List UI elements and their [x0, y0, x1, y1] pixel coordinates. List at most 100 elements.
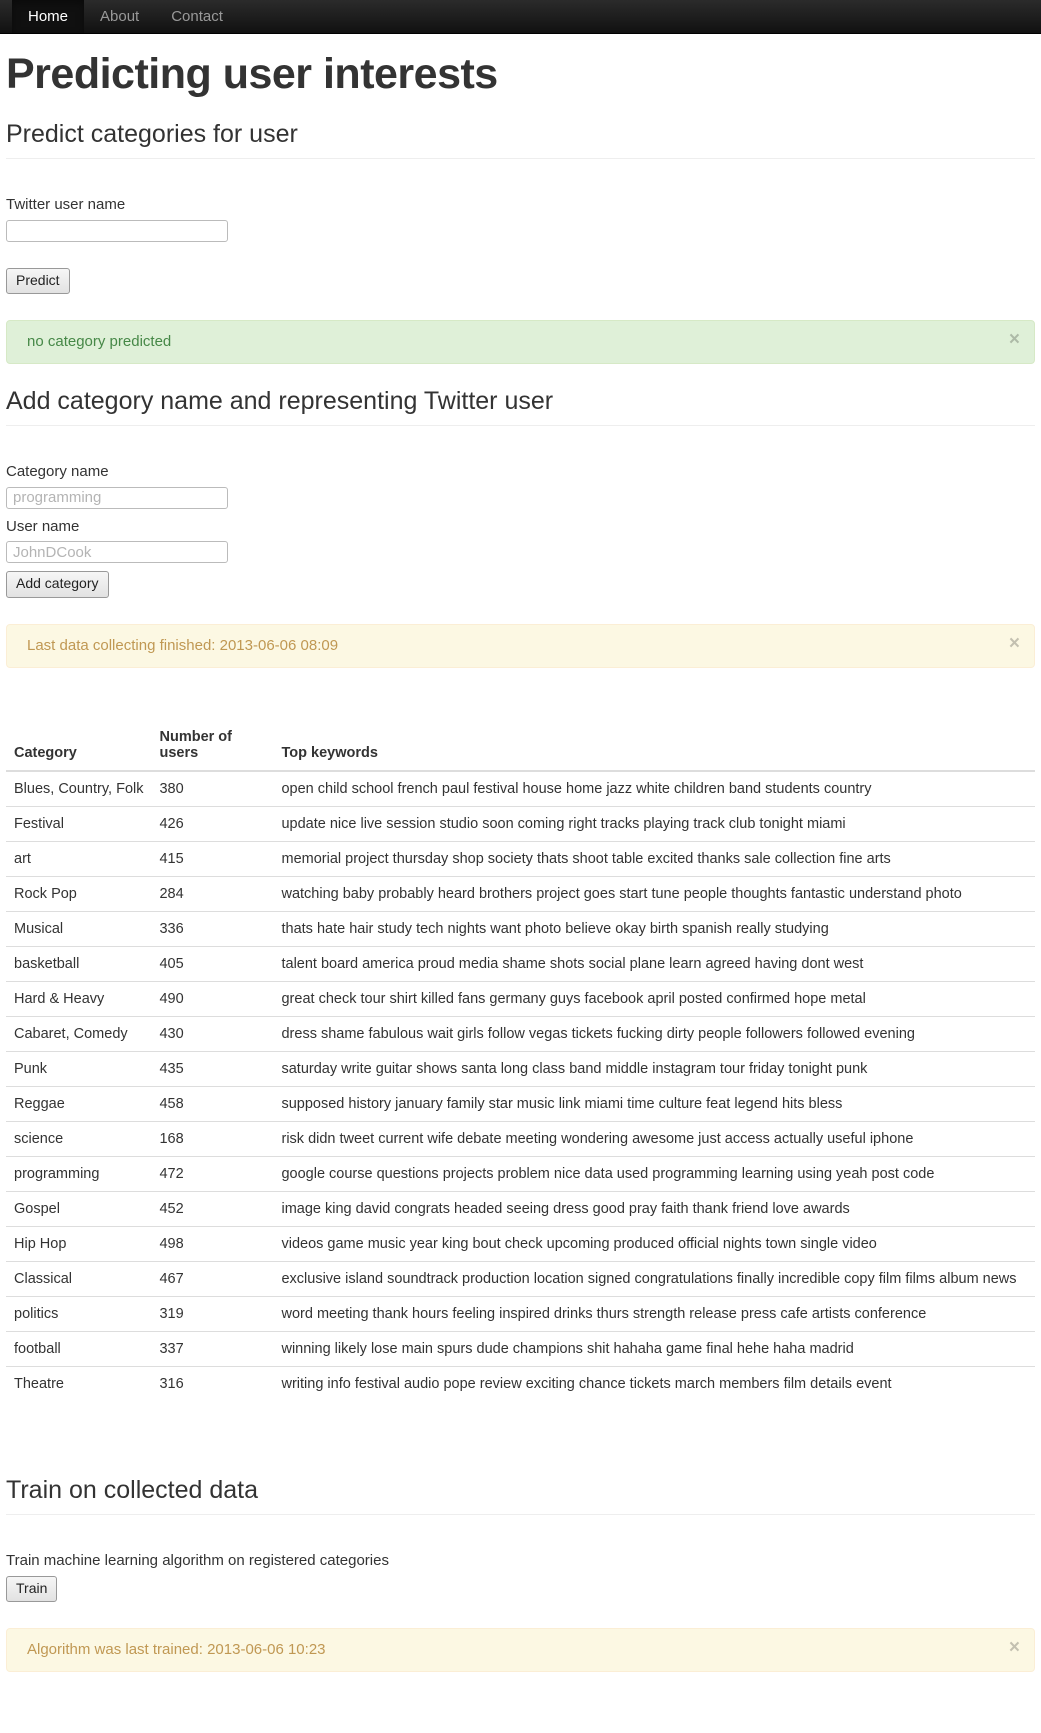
predict-result-alert: no category predicted ×	[6, 320, 1035, 365]
predict-result-text: no category predicted	[27, 333, 172, 351]
cell-number-of-users: 337	[151, 1330, 274, 1367]
table-row: Gospel 452 image king david congrats heade…	[6, 1190, 1035, 1227]
cell-category: Reggae	[6, 1085, 152, 1122]
cell-number-of-users: 458	[151, 1085, 274, 1122]
predict-section-heading: Predict categories for user	[6, 119, 1035, 160]
add-category-form: Category name User name Add category	[6, 462, 1035, 598]
last-trained-text: Algorithm was last trained: 2013-06-06 1…	[27, 1641, 326, 1659]
cell-category: Cabaret, Comedy	[6, 1015, 152, 1052]
table-row: politics 319 word meeting thank hours feel…	[6, 1295, 1035, 1332]
cell-number-of-users: 467	[151, 1260, 274, 1297]
cell-top-keywords: dress shame fabulous wait girls follow v…	[273, 1015, 1035, 1052]
category-name-input[interactable]	[6, 486, 228, 509]
cell-top-keywords: saturday write guitar shows santa long c…	[273, 1050, 1035, 1087]
cell-top-keywords: memorial project thursday shop society t…	[273, 840, 1035, 877]
page-title: Predicting user interests	[6, 50, 498, 98]
cell-category: basketball	[6, 945, 152, 982]
table-row: Blues, Country, Folk 380 open child school…	[6, 771, 1035, 807]
cell-number-of-users: 316	[151, 1365, 274, 1401]
table-row: science 168 risk didn tweet current wife d…	[6, 1120, 1035, 1157]
cell-top-keywords: great check tour shirt killed fans germa…	[273, 980, 1035, 1017]
cell-category: politics	[6, 1295, 152, 1332]
cell-number-of-users: 380	[159, 780, 184, 797]
categories-table-body: Blues, Country, Folk 380 open child school…	[6, 771, 1035, 1401]
nav-item-contact[interactable]: Contact	[155, 0, 239, 33]
nav-item-about[interactable]: About	[84, 0, 155, 33]
cell-category: Rock Pop	[6, 875, 152, 912]
cell-top-keywords: watching baby probably heard brothers pr…	[273, 875, 1035, 912]
cell-top-keywords: writing info festival audio pope review …	[273, 1365, 1035, 1401]
twitter-username-input[interactable]	[6, 219, 228, 242]
table-row: Hip Hop 498 videos game music year king bo…	[6, 1225, 1035, 1262]
add-category-button[interactable]: Add category	[6, 571, 109, 598]
table-row: Festival 426 update nice live session stud…	[6, 805, 1035, 842]
cell-top-keywords: thats hate hair study tech nights want p…	[273, 910, 1035, 947]
cell-category: science	[6, 1120, 152, 1157]
last-collected-text: Last data collecting finished: 2013-06-0…	[27, 636, 339, 654]
close-icon[interactable]: ×	[1009, 330, 1020, 349]
cell-category: programming	[6, 1155, 152, 1192]
close-icon[interactable]: ×	[1009, 634, 1020, 653]
table-row: Rock Pop 284 watching baby probably heard …	[6, 875, 1035, 912]
cell-category: art	[6, 840, 152, 877]
column-header-category: Category	[6, 719, 152, 772]
table-row: basketball 405 talent board america proud …	[6, 945, 1035, 982]
cell-number-of-users: 430	[151, 1015, 274, 1052]
cell-number-of-users: 415	[151, 840, 274, 877]
twitter-username-label: Twitter user name	[6, 196, 126, 214]
cell-number-of-users: 319	[151, 1295, 274, 1332]
cell-top-keywords: image king david congrats headed seeing …	[273, 1190, 1035, 1227]
cell-category: football	[6, 1330, 152, 1367]
close-icon[interactable]: ×	[1009, 1638, 1020, 1657]
table-row: Reggae 458 supposed history january family…	[6, 1085, 1035, 1122]
table-row: Theatre 316 writing info festival audio po…	[6, 1365, 1035, 1401]
column-header-number-of-users: Number of users	[151, 719, 274, 772]
cell-number-of-users: 452	[151, 1190, 274, 1227]
cell-number-of-users: 405	[151, 945, 274, 982]
categories-table: Category Number of users Top keywords Bl…	[6, 719, 1035, 1401]
nav-item-home[interactable]: Home	[12, 0, 85, 33]
table-row: Punk 435 saturday write guitar shows santa…	[6, 1050, 1035, 1087]
train-section-heading: Train on collected data	[6, 1475, 1035, 1515]
cell-top-keywords: risk didn tweet current wife debate meet…	[273, 1120, 1035, 1157]
predict-button[interactable]: Predict	[6, 267, 70, 295]
cell-category: Punk	[6, 1050, 152, 1087]
table-row: Hard & Heavy 490 great check tour shirt ki…	[6, 980, 1035, 1017]
cell-number-of-users: 435	[151, 1050, 274, 1087]
categories-table-head: Category Number of users Top keywords	[6, 719, 1035, 772]
table-header-row: Category Number of users Top keywords	[6, 719, 1035, 772]
cell-top-keywords: supposed history january family star mus…	[273, 1085, 1035, 1122]
cell-number-of-users: 498	[151, 1225, 274, 1262]
cell-top-keywords: word meeting thank hours feeling inspire…	[273, 1295, 1035, 1332]
cell-number-of-users: 284	[151, 875, 274, 912]
cell-category: Festival	[6, 805, 152, 842]
table-row: Musical 336 thats hate hair study tech nig…	[6, 910, 1035, 947]
train-description: Train machine learning algorithm on regi…	[6, 1551, 389, 1569]
cell-category: Theatre	[6, 1365, 152, 1401]
cell-top-keywords: exclusive island soundtrack production l…	[273, 1260, 1035, 1297]
user-name-input[interactable]	[6, 541, 228, 564]
cell-category: Gospel	[6, 1190, 152, 1227]
train-button[interactable]: Train	[6, 1575, 58, 1603]
cell-top-keywords: open child school french paul festival h…	[281, 780, 872, 797]
cell-top-keywords: update nice live session studio soon com…	[273, 805, 1035, 842]
table-row: Classical 467 exclusive island soundtrack …	[6, 1260, 1035, 1297]
cell-top-keywords: winning likely lose main spurs dude cham…	[273, 1330, 1035, 1367]
table-row: art 415 memorial project thursday shop soc…	[6, 840, 1035, 877]
add-category-section-heading: Add category name and representing Twitt…	[6, 386, 1035, 427]
cell-number-of-users: 168	[151, 1120, 274, 1157]
cell-category: Classical	[6, 1260, 152, 1297]
predict-form: Twitter user name Predict	[6, 195, 1035, 295]
cell-top-keywords: google course questions projects problem…	[273, 1155, 1035, 1192]
cell-number-of-users: 472	[151, 1155, 274, 1192]
category-name-label: Category name	[6, 463, 109, 481]
user-name-label: User name	[6, 517, 80, 535]
cell-category: Blues, Country, Folk	[14, 780, 144, 797]
cell-top-keywords: talent board america proud media shame s…	[273, 945, 1035, 982]
